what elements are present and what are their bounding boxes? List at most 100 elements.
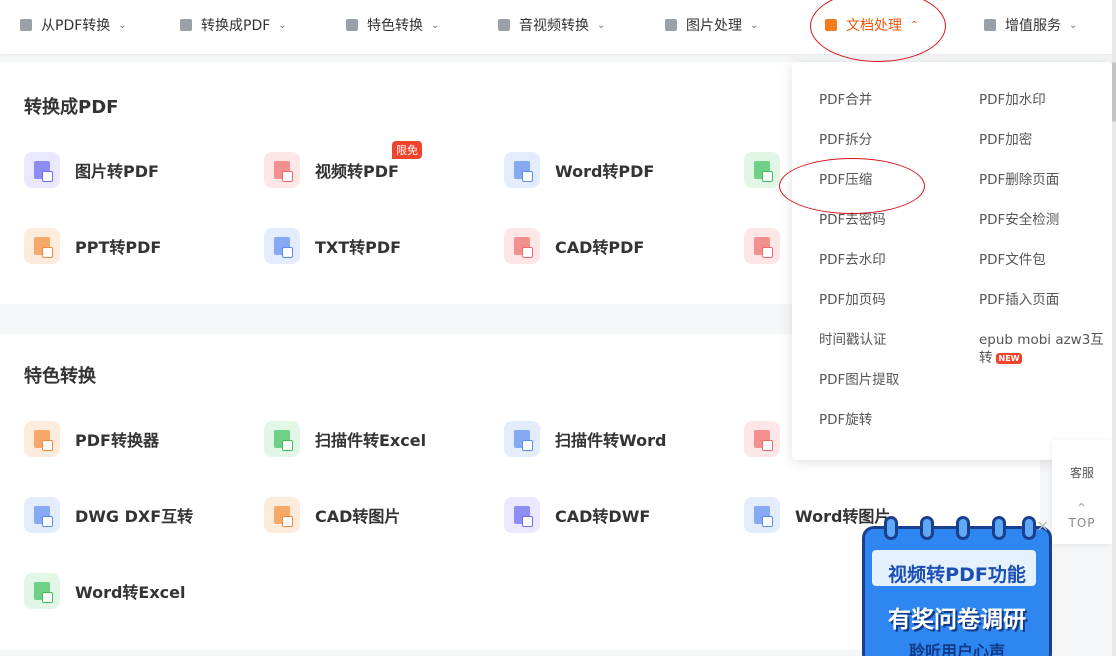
nav-label: 音视频转换 [519,18,589,34]
binder-ring-icon [920,516,934,540]
tool-label: 视频转PDF [315,162,399,181]
tool-word-to-excel[interactable]: Word转Excel [24,573,186,609]
excel-file-icon [744,152,780,188]
binder-ring-icon [884,516,898,540]
cad-image-icon [264,497,300,533]
item-label: 转 [979,350,993,366]
tool-video-to-pdf[interactable]: 视频转PDF [264,152,399,188]
word-excel-icon [24,573,60,609]
scan-excel-icon [264,421,300,457]
tool-txt-to-pdf[interactable]: TXT转PDF [264,228,401,264]
dropdown-item-pdf-security-check[interactable]: PDF安全检测 [979,211,1059,229]
tool-ppt-to-pdf[interactable]: PPT转PDF [24,228,161,264]
dropdown-item-epub-convert[interactable]: epub mobi azw3互 转 NEW [979,331,1109,367]
tool-cad-to-image[interactable]: CAD转图片 [264,497,400,533]
top-nav: 从PDF转换 ⌄ 转换成PDF ⌄ 特色转换 ⌄ 音视频转换 ⌄ 图片处理 ⌄ … [0,0,1116,54]
side-floating-bar: 客服 ⌃ TOP [1052,440,1112,544]
chevron-down-icon: ⌄ [1069,19,1078,31]
tool-label: CAD转PDF [555,238,645,257]
tool-label: CAD转DWF [555,507,651,526]
binder-ring-icon [1022,516,1036,540]
document-dropdown: PDF合并 PDF拆分 PDF压缩 PDF去密码 PDF去水印 PDF加页码 时… [792,62,1112,460]
dropdown-item-pdf-encrypt[interactable]: PDF加密 [979,131,1032,149]
tool-cad-to-dwf[interactable]: CAD转DWF [504,497,650,533]
dropdown-item-pdf-remove-password[interactable]: PDF去密码 [819,211,886,229]
item-label: epub mobi azw3互 [979,332,1104,348]
file-icon [744,421,780,457]
pdf-converter-icon [24,421,60,457]
tool-scan-to-excel[interactable]: 扫描件转Excel [264,421,426,457]
word-image-icon [744,497,780,533]
nav-value-added[interactable]: 增值服务 ⌄ [984,0,1077,50]
back-to-top-button[interactable]: ⌃ TOP [1052,502,1112,530]
chevron-down-icon: ⌄ [750,19,759,31]
dropdown-item-pdf-delete-page[interactable]: PDF删除页面 [979,171,1059,189]
cad-file-icon [504,228,540,264]
chevron-up-icon: ⌃ [1075,501,1089,517]
star-icon [346,19,358,31]
nav-document[interactable]: 文档处理 ⌃ [825,0,918,50]
dropdown-item-pdf-file-package[interactable]: PDF文件包 [979,251,1046,269]
chevron-down-icon: ⌄ [278,19,287,31]
dropdown-item-pdf-image-extract[interactable]: PDF图片提取 [819,371,899,389]
tool-partial-hidden[interactable] [744,228,795,264]
survey-promo[interactable]: 视频转PDF功能 有奖问卷调研 聆听用户心声 [862,516,1052,656]
dwg-file-icon [24,497,60,533]
tool-pdf-converter[interactable]: PDF转换器 [24,421,159,457]
document-icon [825,19,837,31]
nav-image[interactable]: 图片处理 ⌄ [665,0,758,50]
tool-dwg-dxf[interactable]: DWG DXF互转 [24,497,193,533]
word-file-icon [504,152,540,188]
tool-scan-to-word[interactable]: 扫描件转Word [504,421,666,457]
dropdown-item-pdf-rotate[interactable]: PDF旋转 [819,411,872,429]
tool-partial-hidden[interactable] [744,421,795,457]
tool-cad-to-pdf[interactable]: CAD转PDF [504,228,644,264]
dropdown-item-pdf-page-number[interactable]: PDF加页码 [819,291,886,309]
nav-from-pdf[interactable]: 从PDF转换 ⌄ [20,0,127,50]
customer-service-button[interactable]: 客服 [1052,464,1112,481]
tool-excel-to-pdf[interactable] [744,152,795,188]
scrollbar[interactable] [1112,0,1116,656]
pdf-icon [20,19,32,31]
tool-label: PDF转换器 [75,431,159,450]
tool-label: Word转PDF [555,162,655,181]
tool-label: Word转Excel [75,583,186,602]
dropdown-item-pdf-merge[interactable]: PDF合并 [819,91,872,109]
convert-icon [180,19,192,31]
dropdown-item-pdf-watermark[interactable]: PDF加水印 [979,91,1046,109]
section-title: 转换成PDF [24,97,119,118]
nav-to-pdf[interactable]: 转换成PDF ⌄ [180,0,287,50]
dropdown-item-pdf-split[interactable]: PDF拆分 [819,131,872,149]
file-icon [744,228,780,264]
ppt-file-icon [24,228,60,264]
tool-label: TXT转PDF [315,238,402,257]
tool-image-to-pdf[interactable]: 图片转PDF [24,152,159,188]
dropdown-item-timestamp[interactable]: 时间戳认证 [819,331,887,349]
tool-word-to-pdf[interactable]: Word转PDF [504,152,654,188]
scan-word-icon [504,421,540,457]
dropdown-item-pdf-insert-page[interactable]: PDF插入页面 [979,291,1059,309]
top-label: TOP [1068,516,1096,530]
promo-title: 视频转PDF功能 [888,564,1026,586]
promo-card [862,526,1052,656]
promo-headline: 有奖问卷调研 [888,607,1026,633]
new-badge: NEW [995,352,1023,364]
nav-label: 从PDF转换 [41,18,111,34]
section-title: 特色转换 [24,366,96,387]
scrollbar-thumb[interactable] [1112,62,1116,122]
txt-file-icon [264,228,300,264]
tool-label: PPT转PDF [75,238,162,257]
dwf-file-icon [504,497,540,533]
nav-featured[interactable]: 特色转换 ⌄ [346,0,439,50]
nav-label: 转换成PDF [201,18,271,34]
close-icon[interactable]: × [1036,516,1049,535]
chevron-down-icon: ⌄ [597,19,606,31]
image-file-icon [24,152,60,188]
tool-label: CAD转图片 [315,507,401,526]
dropdown-item-pdf-remove-watermark[interactable]: PDF去水印 [819,251,886,269]
tool-label: 图片转PDF [75,162,159,181]
nav-media[interactable]: 音视频转换 ⌄ [498,0,605,50]
dropdown-item-pdf-compress[interactable]: PDF压缩 [819,171,872,189]
binder-ring-icon [992,516,1006,540]
nav-label: 特色转换 [367,18,423,34]
